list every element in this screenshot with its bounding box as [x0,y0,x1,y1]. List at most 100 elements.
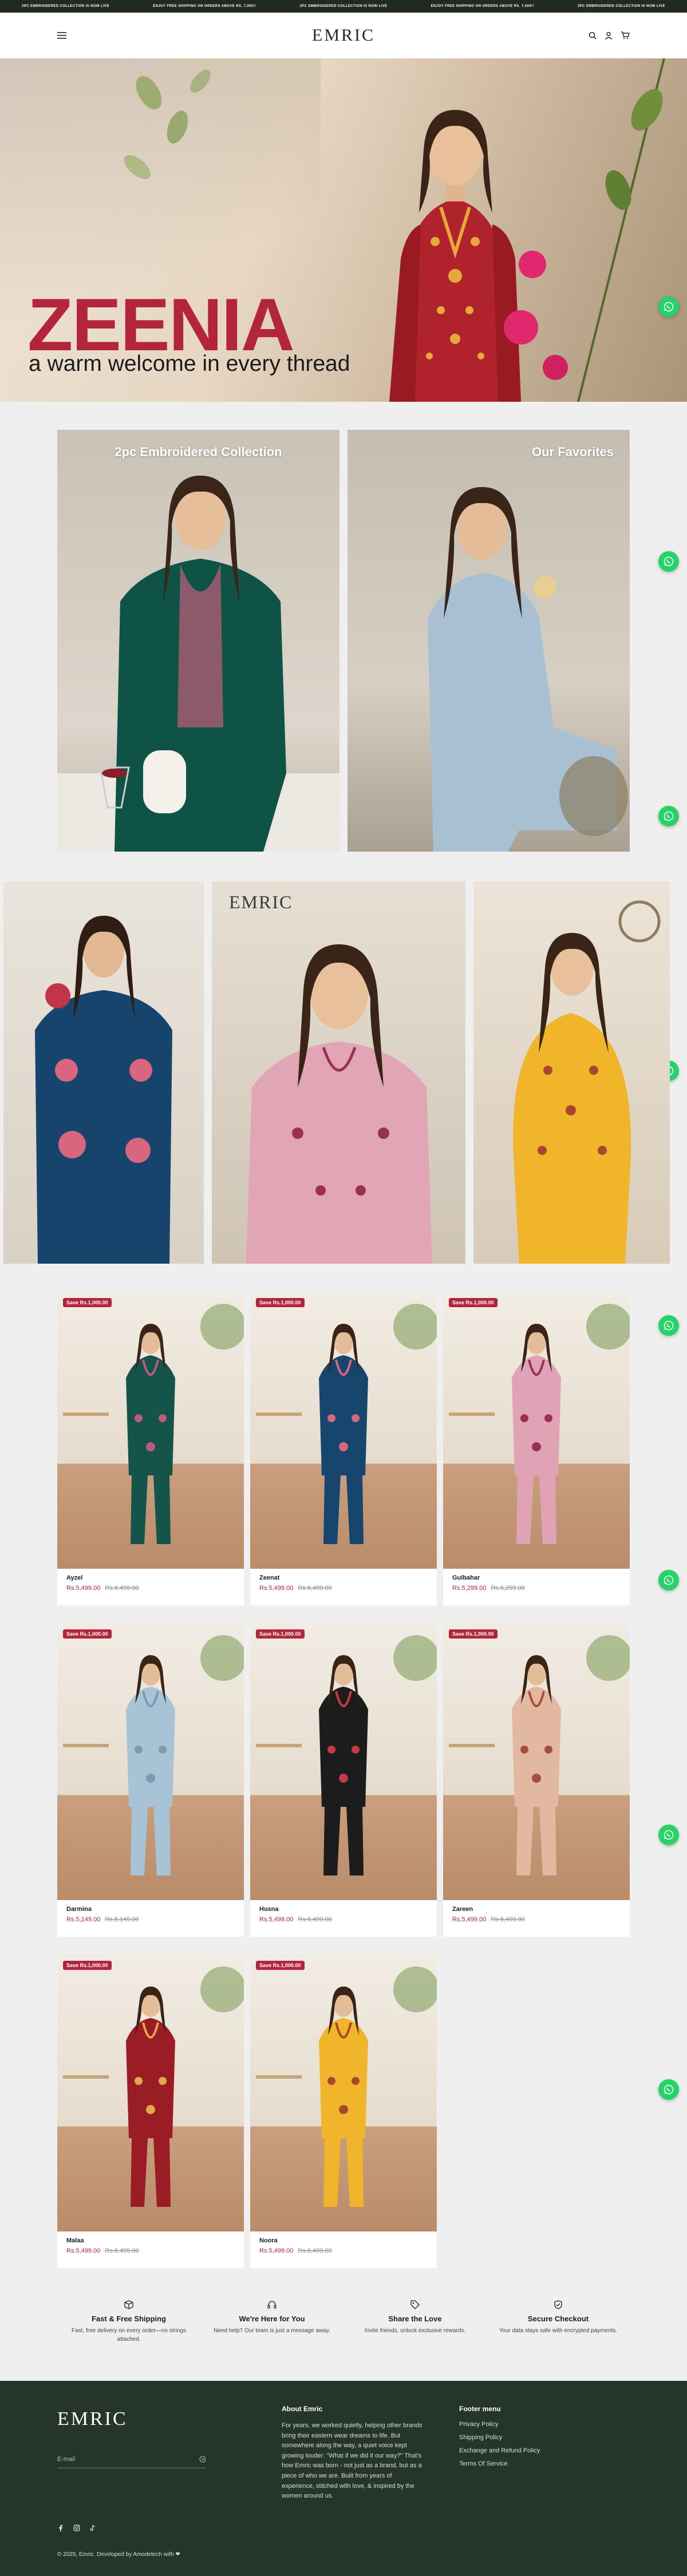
feature-referral: Share the Love Invite friends, unlock ex… [344,2300,487,2344]
collection-image [57,476,339,852]
feature-title: Share the Love [388,2314,442,2323]
product-image[interactable]: Save Rs.1,000.00 [443,1292,630,1569]
product-name[interactable]: Noora [259,2237,428,2244]
announcement-item: 2PC EMBROIDERED COLLECTION IS NOW LIVE [22,5,109,8]
hero-banner[interactable]: ZEENIA a warm welcome in every thread [0,58,687,402]
footer-link-exchange[interactable]: Exchange and Refund Policy [459,2447,540,2454]
collection-image [428,487,628,852]
compare-price: Rs.6,299.00 [491,1585,525,1592]
whatsapp-button[interactable] [658,1315,679,1336]
footer-link-privacy[interactable]: Privacy Policy [459,2421,540,2428]
flower-branch-graphic [504,58,665,402]
product-card[interactable]: Save Rs.1,000.00 Noora Rs.5,499.00 Rs.6,499… [250,1955,437,2268]
submit-arrow-icon[interactable] [199,2456,206,2464]
product-name[interactable]: Zeenat [259,1574,428,1581]
announcement-bar: 2PC EMBROIDERED COLLECTION IS NOW LIVE E… [0,0,687,13]
tiktok-icon[interactable] [89,2524,96,2534]
footer-about-text: For years, we worked quietly, helping ot… [282,2422,423,2500]
compare-price: Rs.6,499.00 [298,2247,332,2254]
sale-price: Rs.5,299.00 [452,1585,487,1592]
product-photo [63,1304,244,1544]
discount-badge: Save Rs.1,000.00 [63,1629,112,1639]
lookbook-photo [513,900,661,1264]
product-photo [449,1635,630,1875]
newsletter-email-field[interactable]: E-mail [57,2452,206,2468]
whatsapp-button[interactable] [658,551,679,572]
lookbook-image[interactable]: EMRIC [212,881,465,1264]
feature-text: Fast, free delivery on every order—no st… [71,2328,187,2342]
site-footer: EMRIC E-mail About Emric For years, we w… [0,2381,687,2576]
whatsapp-button[interactable] [658,2079,679,2100]
lookbook-image[interactable] [3,881,204,1264]
product-name[interactable]: Malaa [66,2237,235,2244]
footer-link-shipping[interactable]: Shipping Policy [459,2434,540,2441]
hamburger-menu-icon[interactable] [57,32,66,39]
feature-text: Your data stays safe with encrypted paym… [499,2328,618,2334]
whatsapp-icon [664,1320,674,1331]
whatsapp-icon [664,1575,674,1585]
product-card[interactable]: Save Rs.1,000.00 Husna Rs.5,499.00 Rs.6,499… [250,1624,437,1937]
feature-support: We're Here for You Need help? Our team i… [200,2300,344,2344]
discount-badge: Save Rs.1,000.00 [449,1629,498,1639]
product-card[interactable]: Save Rs.1,000.00 Zeenat Rs.5,499.00 Rs.6,49… [250,1292,437,1605]
product-card[interactable]: Save Rs.1,000.00 Malaa Rs.5,499.00 Rs.6,499… [57,1955,244,2268]
collection-card-favorites[interactable]: Our Favorites [348,430,630,852]
product-card[interactable]: Save Rs.1,000.00 Zareen Rs.5,499.00 Rs.6,49… [443,1624,630,1937]
product-photo [256,1635,437,1875]
footer-link-terms[interactable]: Terms Of Service [459,2460,540,2467]
announcement-item: ENJOY FREE SHIPPING ON ORDERS ABOVE RS. … [431,5,534,8]
product-image[interactable]: Save Rs.1,000.00 [443,1624,630,1900]
product-card[interactable]: Save Rs.1,000.00 Darmina Rs.5,149.00 Rs.6,1… [57,1624,244,1937]
collection-title: 2pc Embroidered Collection [114,445,282,459]
compare-price: Rs.6,149.00 [105,1916,139,1923]
product-card[interactable]: Save Rs.1,000.00 Ayzel Rs.5,499.00 Rs.6,499… [57,1292,244,1605]
product-image[interactable]: Save Rs.1,000.00 [57,1624,244,1900]
product-image[interactable]: Save Rs.1,000.00 [250,1955,437,2231]
product-photo [256,1966,437,2207]
whatsapp-button[interactable] [658,1825,679,1845]
footer-about: About Emric For years, we worked quietly… [282,2405,425,2502]
cart-icon[interactable] [621,31,630,39]
product-image[interactable]: Save Rs.1,000.00 [250,1624,437,1900]
discount-badge: Save Rs.1,000.00 [63,1298,112,1307]
site-header: EMRIC [0,13,687,58]
whatsapp-icon [664,556,674,567]
box-icon [124,2300,133,2309]
collection-title: Our Favorites [531,445,614,459]
sale-price: Rs.5,499.00 [66,1585,101,1592]
lookbook-image[interactable] [473,881,670,1264]
feature-title: Secure Checkout [527,2314,589,2323]
product-name[interactable]: Zareen [452,1906,621,1913]
whatsapp-button[interactable] [658,296,679,317]
lookbook-strip: EMRIC [0,881,687,1264]
account-icon[interactable] [605,31,613,39]
whatsapp-button[interactable] [658,806,679,826]
product-name[interactable]: Gulbahar [452,1574,621,1581]
product-image[interactable]: Save Rs.1,000.00 [250,1292,437,1569]
feature-secure: Secure Checkout Your data stays safe wit… [487,2300,630,2344]
product-image[interactable]: Save Rs.1,000.00 [57,1955,244,2231]
sale-price: Rs.5,499.00 [259,1916,294,1923]
facebook-icon[interactable] [57,2524,64,2534]
announcement-item: 2PC EMBROIDERED COLLECTION IS NOW LIVE [577,5,665,8]
feature-text: Need help? Our team is just a message aw… [214,2328,330,2334]
tag-icon [410,2300,420,2309]
leaf-shadow-graphic [124,70,211,179]
site-logo[interactable]: EMRIC [312,26,375,45]
search-icon[interactable] [589,31,597,39]
instagram-icon[interactable] [73,2524,80,2534]
product-name[interactable]: Husna [259,1906,428,1913]
shield-icon [554,2300,562,2309]
collection-card-embroidered[interactable]: 2pc Embroidered Collection [57,430,339,852]
product-name[interactable]: Ayzel [66,1574,235,1581]
footer-logo[interactable]: EMRIC [57,2408,128,2430]
footer-menu-heading: Footer menu [459,2405,501,2413]
lookbook-photo [35,916,172,1264]
discount-badge: Save Rs.1,000.00 [256,1298,305,1307]
whatsapp-icon [664,1830,674,1840]
product-image[interactable]: Save Rs.1,000.00 [57,1292,244,1569]
headset-icon [267,2301,277,2309]
product-card[interactable]: Save Rs.1,000.00 Gulbahar Rs.5,299.00 Rs.6,… [443,1292,630,1605]
product-name[interactable]: Darmina [66,1906,235,1913]
whatsapp-button[interactable] [658,1570,679,1590]
